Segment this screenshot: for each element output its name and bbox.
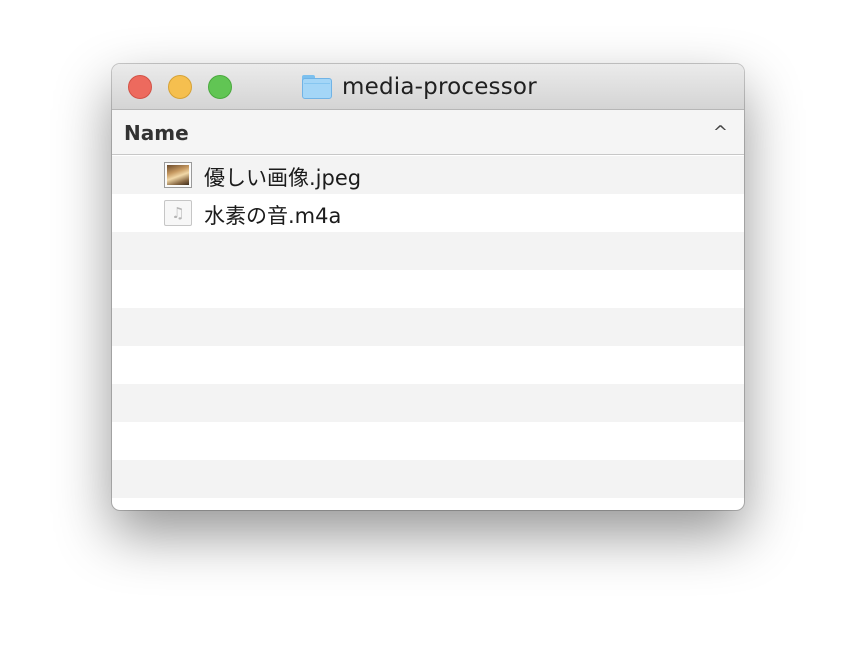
name-column-label: Name xyxy=(124,121,189,145)
folder-icon xyxy=(302,74,332,99)
file-name: 水素の音.m4a xyxy=(204,204,342,228)
title-bar[interactable]: media-processor xyxy=(112,64,744,110)
file-row[interactable]: ♫ 水素の音.m4a xyxy=(112,194,744,232)
image-file-icon xyxy=(164,162,192,188)
finder-window: media-processor Name ^ 優しい画像.jpeg ♫ 水素の音… xyxy=(112,64,744,510)
audio-file-icon: ♫ xyxy=(164,200,192,226)
file-row[interactable]: 優しい画像.jpeg xyxy=(112,156,744,194)
file-name: 優しい画像.jpeg xyxy=(204,166,362,190)
empty-row xyxy=(112,232,744,270)
empty-row xyxy=(112,346,744,384)
minimize-button[interactable] xyxy=(168,75,192,99)
name-column-header[interactable]: Name ^ xyxy=(112,110,744,155)
empty-row xyxy=(112,270,744,308)
empty-row xyxy=(112,460,744,498)
empty-row xyxy=(112,422,744,460)
window-title-group: media-processor xyxy=(302,64,537,109)
empty-row xyxy=(112,308,744,346)
file-list: 優しい画像.jpeg ♫ 水素の音.m4a xyxy=(112,156,744,498)
sort-ascending-icon[interactable]: ^ xyxy=(713,122,728,143)
window-title: media-processor xyxy=(342,73,537,100)
zoom-button[interactable] xyxy=(208,75,232,99)
empty-row xyxy=(112,384,744,422)
close-button[interactable] xyxy=(128,75,152,99)
